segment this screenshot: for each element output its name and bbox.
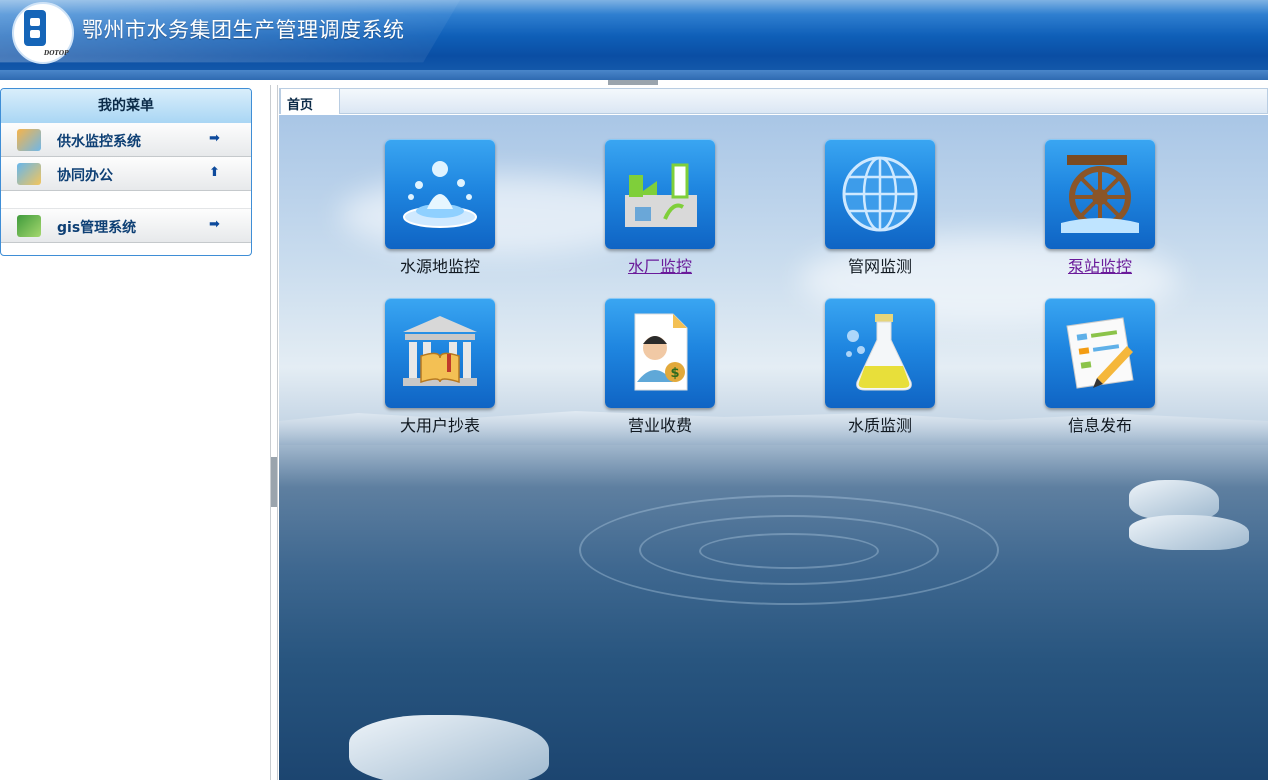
sidebar-title: 我的菜单: [1, 89, 251, 123]
tile-water-source[interactable]: 水源地监控: [385, 139, 495, 277]
main-dashboard: 水源地监控 水厂监控 管网监测 泵站监控 大用户抄表 $ 营业收费 水质监测 信…: [279, 115, 1268, 780]
tile-label: 营业收费: [627, 416, 692, 435]
tile-label: 信息发布: [1067, 416, 1132, 435]
top-splitter-handle[interactable]: [608, 80, 658, 85]
background-ice: [1129, 480, 1219, 520]
tile-water-plant[interactable]: 水厂监控: [605, 139, 715, 277]
tile-label: 管网监测: [847, 257, 912, 276]
tile-label: 水质监测: [847, 416, 912, 435]
background-ripple: [699, 533, 879, 569]
flask-icon: [825, 298, 935, 408]
company-logo: DOTOP: [12, 2, 74, 64]
arrow-right-icon: ➡: [209, 217, 220, 232]
splitter-grip[interactable]: [271, 457, 277, 507]
sidebar-item-water-supply-monitoring[interactable]: 供水监控系统 ➡: [1, 123, 251, 157]
water-wheel-icon: [1045, 139, 1155, 249]
background-ice: [1129, 515, 1249, 550]
sidebar-menu: 我的菜单 供水监控系统 ➡ 协同办公 ⬆ gis管理系统 ➡: [0, 88, 252, 256]
app-header: DOTOP 鄂州市水务集团生产管理调度系统: [0, 0, 1268, 80]
tile-label: 水厂监控: [627, 257, 692, 276]
factory-icon: [605, 139, 715, 249]
document-pencil-icon: [1045, 298, 1155, 408]
gis-map-icon: [17, 215, 41, 237]
logo-mark-icon: [24, 10, 46, 46]
sidebar-item-label: gis管理系统: [57, 220, 137, 236]
arrow-right-icon: ➡: [209, 131, 220, 146]
vertical-splitter[interactable]: [270, 85, 278, 780]
background-ice: [349, 715, 549, 780]
sidebar-item-gis[interactable]: gis管理系统 ➡: [1, 209, 251, 243]
billing-person-icon: $: [605, 298, 715, 408]
tile-billing[interactable]: $ 营业收费: [605, 298, 715, 436]
water-splash-icon: [385, 139, 495, 249]
tile-pipe-network[interactable]: 管网监测: [825, 139, 935, 277]
tile-pump-station[interactable]: 泵站监控: [1045, 139, 1155, 277]
tile-label: 大用户抄表: [399, 416, 480, 435]
svg-text:$: $: [670, 366, 679, 381]
tile-info-publish[interactable]: 信息发布: [1045, 298, 1155, 436]
tile-label: 泵站监控: [1067, 257, 1132, 276]
tile-water-quality[interactable]: 水质监测: [825, 298, 935, 436]
tab-bar: 首页: [279, 88, 1268, 114]
office-chart-icon: [17, 163, 41, 185]
tab-home[interactable]: 首页: [280, 88, 340, 114]
tile-major-user-meter[interactable]: 大用户抄表: [385, 298, 495, 436]
header-stripe: [0, 70, 1268, 80]
app-title: 鄂州市水务集团生产管理调度系统: [82, 18, 405, 42]
sidebar-item-office[interactable]: 协同办公 ⬆: [1, 157, 251, 191]
sidebar-item-label: 供水监控系统: [57, 134, 141, 150]
tile-label: 水源地监控: [399, 257, 480, 276]
logo-text: DOTOP: [44, 50, 69, 57]
water-monitor-icon: [17, 129, 41, 151]
globe-icon: [825, 139, 935, 249]
arrow-up-icon: ⬆: [209, 165, 220, 180]
sidebar-item-label: 协同办公: [57, 168, 113, 184]
building-book-icon: [385, 298, 495, 408]
submenu-empty-area: [1, 191, 251, 209]
